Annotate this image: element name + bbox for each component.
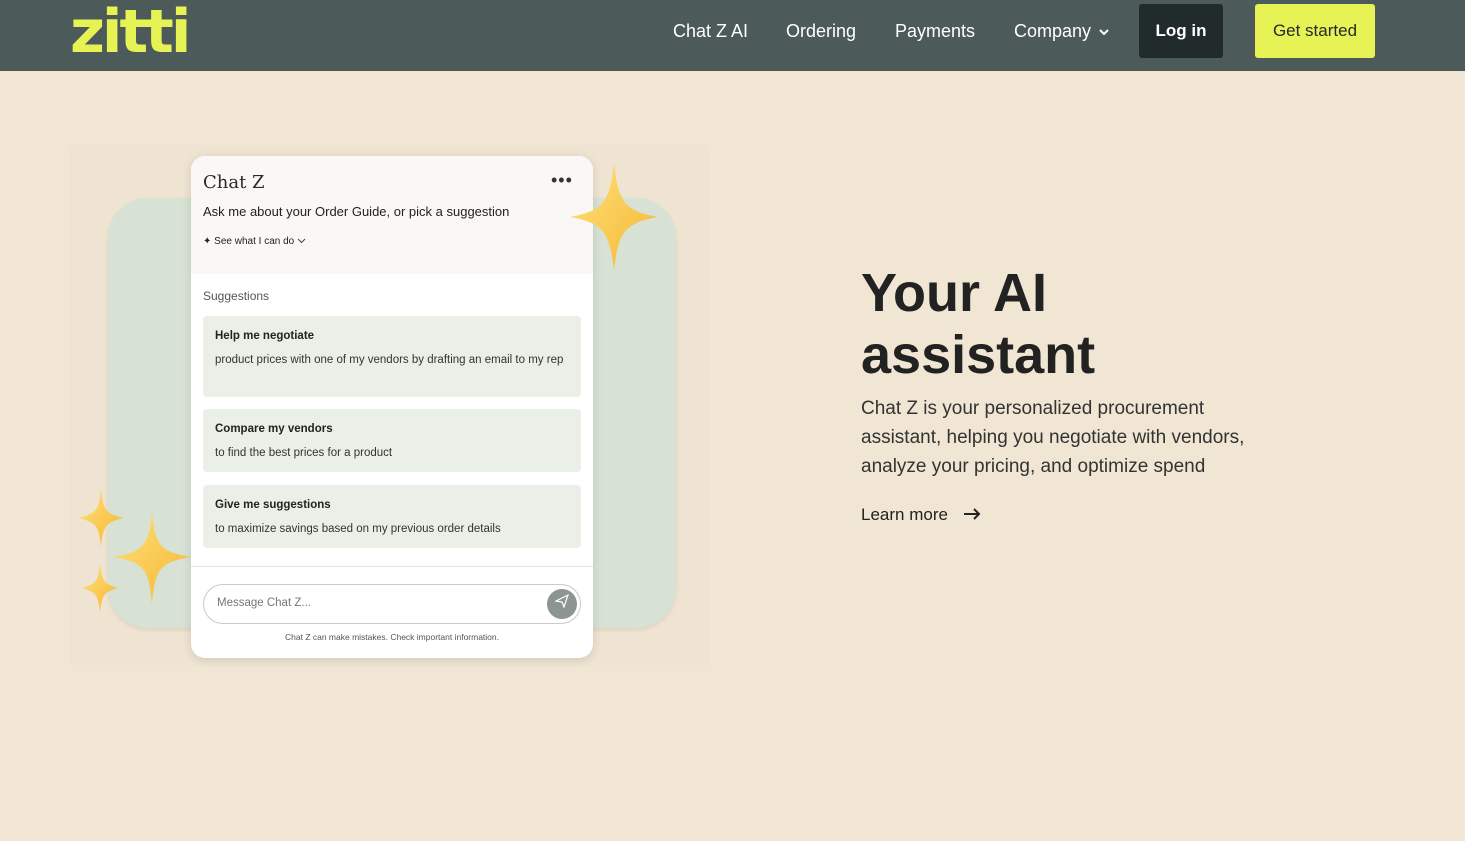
suggestion-title: Help me negotiate	[215, 330, 315, 342]
suggestion-desc: product prices with one of my vendors by…	[215, 354, 564, 366]
nav-link-company[interactable]: Company	[1014, 20, 1109, 43]
chevron-down-icon	[297, 236, 306, 247]
chevron-down-icon	[1099, 21, 1109, 43]
nav-link-company-label: Company	[1014, 21, 1092, 41]
get-started-button[interactable]: Get started	[1255, 4, 1375, 58]
sparkle-star-icon	[82, 564, 118, 612]
suggestion-title: Give me suggestions	[215, 499, 331, 511]
suggestion-title: Compare my vendors	[215, 423, 333, 435]
chat-title: Chat Z	[203, 172, 265, 193]
see-what-label: See what I can do	[214, 236, 295, 247]
hero-description: Chat Z is your personalized procurement …	[861, 398, 1245, 477]
top-nav: zitti Chat Z AI Ordering Payments Compan…	[0, 0, 1465, 71]
chat-header: Chat Z ••• Ask me about your Order Guide…	[191, 156, 593, 274]
message-input[interactable]: Message Chat Z...	[203, 584, 581, 624]
chat-disclaimer: Chat Z can make mistakes. Check importan…	[285, 632, 499, 642]
learn-more-link[interactable]: Learn more	[861, 504, 981, 525]
chat-subtitle: Ask me about your Order Guide, or pick a…	[203, 204, 510, 219]
divider	[191, 566, 593, 567]
suggestion-card[interactable]: Compare my vendors to find the best pric…	[203, 409, 581, 472]
suggestions-heading: Suggestions	[203, 289, 270, 303]
nav-link-ordering[interactable]: Ordering	[786, 20, 856, 42]
hero-title: Your AI assistant	[861, 263, 1096, 385]
nav-link-payments[interactable]: Payments	[895, 20, 975, 42]
suggestion-card[interactable]: Give me suggestions to maximize savings …	[203, 485, 581, 548]
see-what-toggle[interactable]: ✦ See what I can do	[203, 236, 306, 247]
suggestion-card[interactable]: Help me negotiate product prices with on…	[203, 316, 581, 397]
login-button[interactable]: Log in	[1139, 4, 1223, 58]
sparkle-star-icon	[570, 163, 658, 271]
send-icon[interactable]	[547, 589, 577, 619]
sparkle-star-icon	[113, 511, 191, 604]
arrow-right-icon	[963, 504, 981, 524]
nav-link-chat-z-ai[interactable]: Chat Z AI	[673, 20, 748, 42]
suggestion-desc: to maximize savings based on my previous…	[215, 523, 501, 535]
message-placeholder: Message Chat Z...	[217, 597, 311, 609]
zitti-logo[interactable]: zitti	[70, 0, 191, 71]
sparkle-icon: ✦	[203, 236, 212, 247]
learn-more-label: Learn more	[861, 505, 948, 524]
suggestion-desc: to find the best prices for a product	[215, 447, 393, 459]
chat-widget: Chat Z ••• Ask me about your Order Guide…	[191, 156, 593, 658]
